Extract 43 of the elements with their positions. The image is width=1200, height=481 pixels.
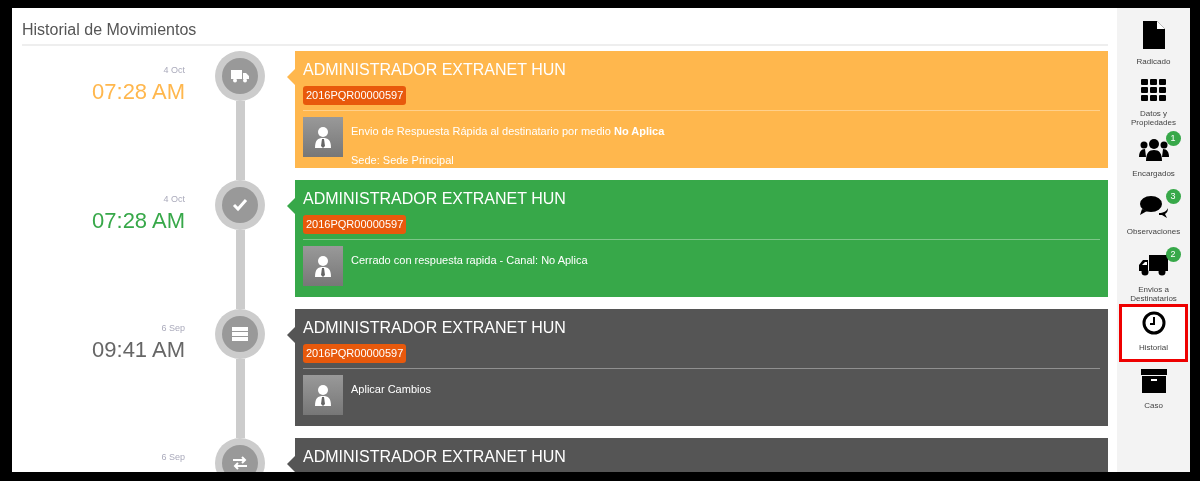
users-icon [1138, 137, 1169, 161]
reference-tag: 2016PQR00000597 [303, 86, 407, 105]
avatar-placeholder [303, 117, 343, 158]
avatar-placeholder [303, 246, 343, 287]
sidebar-item[interactable]: 3 Observaciones [1119, 188, 1188, 246]
truck-icon [231, 69, 249, 84]
clock-icon [1141, 311, 1166, 335]
entry-date: 4 Oct [163, 194, 185, 205]
entry-text: Sede: Sede Principal [351, 154, 454, 167]
entry-author: ADMINISTRADOR EXTRANET HUN [303, 190, 566, 208]
entry-time: 07:28 AM [92, 208, 185, 234]
entry-date: 6 Sep [161, 452, 185, 463]
reference-tag: 2016PQR00000597 [303, 344, 407, 363]
grid-icon [1140, 79, 1167, 101]
count-badge: 3 [1165, 189, 1181, 204]
avatar-placeholder [303, 375, 343, 416]
sidebar-item[interactable]: 1 Encargados [1119, 130, 1188, 188]
panel-title: Historial de Movimientos [22, 8, 1108, 47]
entry-author: ADMINISTRADOR EXTRANET HUN [303, 448, 566, 466]
count-badge: 1 [1165, 131, 1181, 146]
entry-time: 09:41 AM [92, 337, 185, 363]
sidebar-item[interactable]: Datos y Propiedades [1119, 72, 1188, 130]
count-badge: 2 [1165, 247, 1181, 262]
entry-author: ADMINISTRADOR EXTRANET HUN [303, 61, 566, 79]
entry-text: Aplicar Cambios [351, 383, 432, 396]
checkmark-icon [232, 198, 248, 213]
document-icon [1142, 21, 1165, 49]
sidebar-item[interactable]: Radicado [1119, 14, 1188, 72]
archive-box-icon [1140, 369, 1167, 393]
truck-icon [1138, 253, 1169, 277]
entry-date: 6 Sep [161, 323, 185, 334]
entry-date: 4 Oct [163, 65, 185, 76]
server-icon [232, 327, 248, 342]
sidebar-item[interactable]: Caso [1119, 362, 1188, 420]
entry-text: Cerrado con respuesta rapida - Canal: No Aplica [351, 254, 588, 267]
entry-text: Envio de Respuesta Rápida al destinatario por medio No Aplica [351, 125, 665, 138]
entry-author: ADMINISTRADOR EXTRANET HUN [303, 319, 566, 337]
sidebar-item[interactable]: Historial [1119, 304, 1188, 362]
sidebar-item[interactable]: 2 Envios a Destinatarios [1119, 246, 1188, 304]
swap-arrows-icon [232, 456, 248, 471]
reference-tag: 2016PQR00000597 [303, 215, 407, 234]
speech-bubbles-icon [1138, 195, 1169, 219]
entry-time: 07:28 AM [92, 79, 185, 105]
